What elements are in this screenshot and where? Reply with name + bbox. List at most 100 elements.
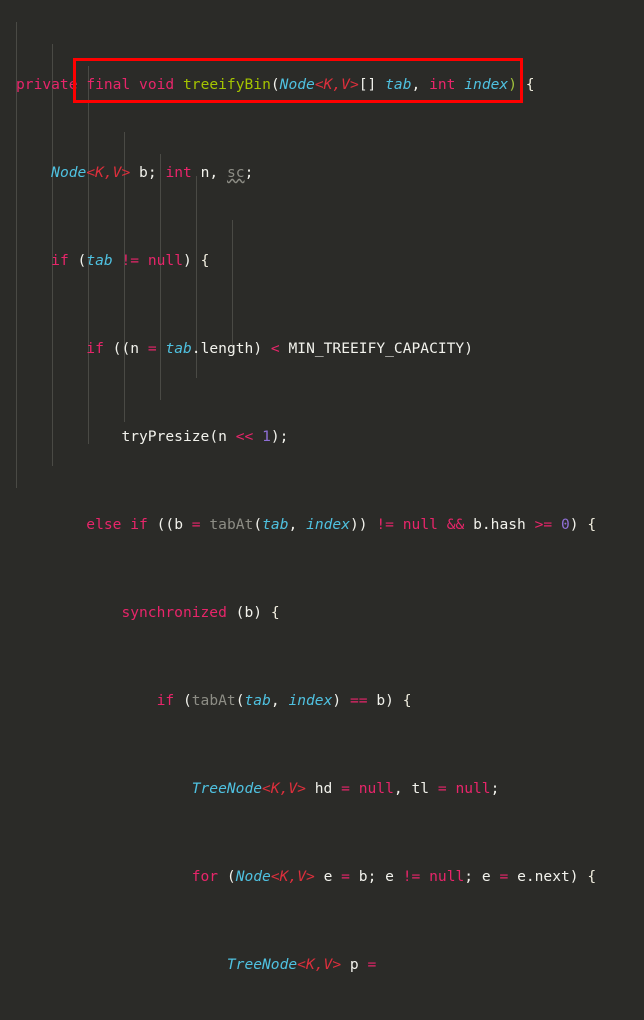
brace-open: { <box>402 692 412 709</box>
field-e-next[interactable]: e.next <box>517 868 570 885</box>
paren-open: ( <box>270 76 280 93</box>
local-e[interactable]: e <box>324 868 333 885</box>
method-call-trypresize[interactable]: tryPresize <box>121 428 209 445</box>
param-tab[interactable]: tab <box>165 340 191 357</box>
operator-equals: == <box>349 692 368 709</box>
semicolon: ; <box>244 164 254 181</box>
local-b[interactable]: b <box>376 692 385 709</box>
code-line[interactable]: for (Node<K,V> e = b; e != null; e = e.n… <box>0 866 644 888</box>
paren-open: (( <box>156 516 175 533</box>
generic-kv: <K,V> <box>270 868 315 885</box>
operator-assign: = <box>341 780 350 797</box>
operator-assign: = <box>191 516 201 533</box>
paren-close: ) <box>183 252 192 269</box>
paren-close: ) <box>385 692 394 709</box>
code-line[interactable]: if ((n = tab.length) < MIN_TREEIFY_CAPAC… <box>0 338 644 360</box>
code-line[interactable]: else if ((b = tabAt(tab, index)) != null… <box>0 514 644 536</box>
comma: , <box>288 516 298 533</box>
operator-and: && <box>446 516 465 533</box>
type-treenode[interactable]: TreeNode <box>192 780 262 797</box>
paren-close: ) <box>508 76 517 93</box>
paren-close: ) <box>569 516 579 533</box>
semicolon: ; <box>367 868 377 885</box>
local-p[interactable]: p <box>350 956 359 973</box>
param-index[interactable]: index <box>288 692 332 709</box>
type-treenode[interactable]: TreeNode <box>227 956 297 973</box>
type-node[interactable]: Node <box>51 164 86 181</box>
param-tab[interactable]: tab <box>86 252 112 269</box>
paren-open: ( <box>235 604 245 621</box>
paren-open: ( <box>235 692 245 709</box>
operator-assign: = <box>499 868 509 885</box>
keyword-int: int <box>429 76 456 93</box>
brace-open: { <box>200 252 210 269</box>
code-line[interactable]: if (tab != null) { <box>0 250 644 272</box>
local-e[interactable]: e <box>385 868 394 885</box>
static-call-tabat[interactable]: tabAt <box>192 692 236 709</box>
unused-local-sc[interactable]: sc <box>227 164 245 181</box>
local-b[interactable]: b <box>174 516 183 533</box>
number-0: 0 <box>560 516 570 533</box>
code-line[interactable]: if (tabAt(tab, index) == b) { <box>0 690 644 712</box>
code-editor-pane[interactable]: private final void treeifyBin(Node<K,V>[… <box>0 0 644 973</box>
semicolon: ; <box>490 780 500 797</box>
local-e[interactable]: e <box>482 868 491 885</box>
local-hd[interactable]: hd <box>315 780 333 797</box>
code-line[interactable]: private final void treeifyBin(Node<K,V>[… <box>0 74 644 96</box>
literal-null: null <box>402 516 438 533</box>
operator-not-equal: != <box>376 516 394 533</box>
keyword-int: int <box>165 164 192 181</box>
literal-null: null <box>147 252 184 269</box>
param-index[interactable]: index <box>306 516 350 533</box>
code-line[interactable]: synchronized (b) { <box>0 602 644 624</box>
operator-assign: = <box>367 956 377 973</box>
keyword-if: if <box>51 252 69 269</box>
comma: , <box>270 692 280 709</box>
brace-open: { <box>525 76 535 93</box>
semicolon: ; <box>147 164 157 181</box>
param-tab[interactable]: tab <box>262 516 288 533</box>
local-b[interactable]: b <box>139 164 148 181</box>
source-code[interactable]: private final void treeifyBin(Node<K,V>[… <box>0 8 644 1020</box>
literal-null: null <box>358 780 394 797</box>
method-name-treeifybin[interactable]: treeifyBin <box>183 76 271 93</box>
param-tab[interactable]: tab <box>245 692 271 709</box>
param-tab[interactable]: tab <box>385 76 411 93</box>
code-line[interactable]: Node<K,V> b; int n, sc; <box>0 162 644 184</box>
paren-open: (( <box>112 340 131 357</box>
paren-close: ) <box>253 604 263 621</box>
local-n[interactable]: n <box>130 340 139 357</box>
operator-assign: = <box>147 340 157 357</box>
local-n[interactable]: n <box>218 428 227 445</box>
local-b[interactable]: b <box>359 868 368 885</box>
field-b-hash[interactable]: b.hash <box>473 516 526 533</box>
paren-open: ( <box>253 516 263 533</box>
type-node[interactable]: Node <box>236 868 271 885</box>
code-line[interactable]: TreeNode<K,V> p = <box>0 954 644 976</box>
keyword-synchronized: synchronized <box>121 604 227 621</box>
local-tl[interactable]: tl <box>411 780 429 797</box>
semicolon: ; <box>464 868 474 885</box>
brace-open: { <box>587 868 597 885</box>
local-b[interactable]: b <box>244 604 253 621</box>
keyword-void: void <box>139 76 175 93</box>
operator-not-equal: != <box>121 252 140 269</box>
code-line[interactable]: TreeNode<K,V> hd = null, tl = null; <box>0 778 644 800</box>
operator-assign: = <box>341 868 350 885</box>
literal-null: null <box>455 780 491 797</box>
paren-open: ( <box>182 692 192 709</box>
paren-close: ) <box>569 868 579 885</box>
type-node[interactable]: Node <box>280 76 315 93</box>
paren-close: ) <box>253 340 263 357</box>
paren-open: ( <box>226 868 236 885</box>
brace-open: { <box>587 516 597 533</box>
keyword-if: if <box>86 340 104 357</box>
keyword-if: if <box>130 516 148 533</box>
generic-kv: <K,V> <box>297 956 342 973</box>
constant-min-treeify-capacity[interactable]: MIN_TREEIFY_CAPACITY <box>289 340 465 357</box>
keyword-for: for <box>191 868 219 885</box>
param-index[interactable]: index <box>464 76 508 93</box>
field-length[interactable]: .length <box>192 340 254 357</box>
code-line[interactable]: tryPresize(n << 1); <box>0 426 644 448</box>
static-call-tabat[interactable]: tabAt <box>209 516 253 533</box>
